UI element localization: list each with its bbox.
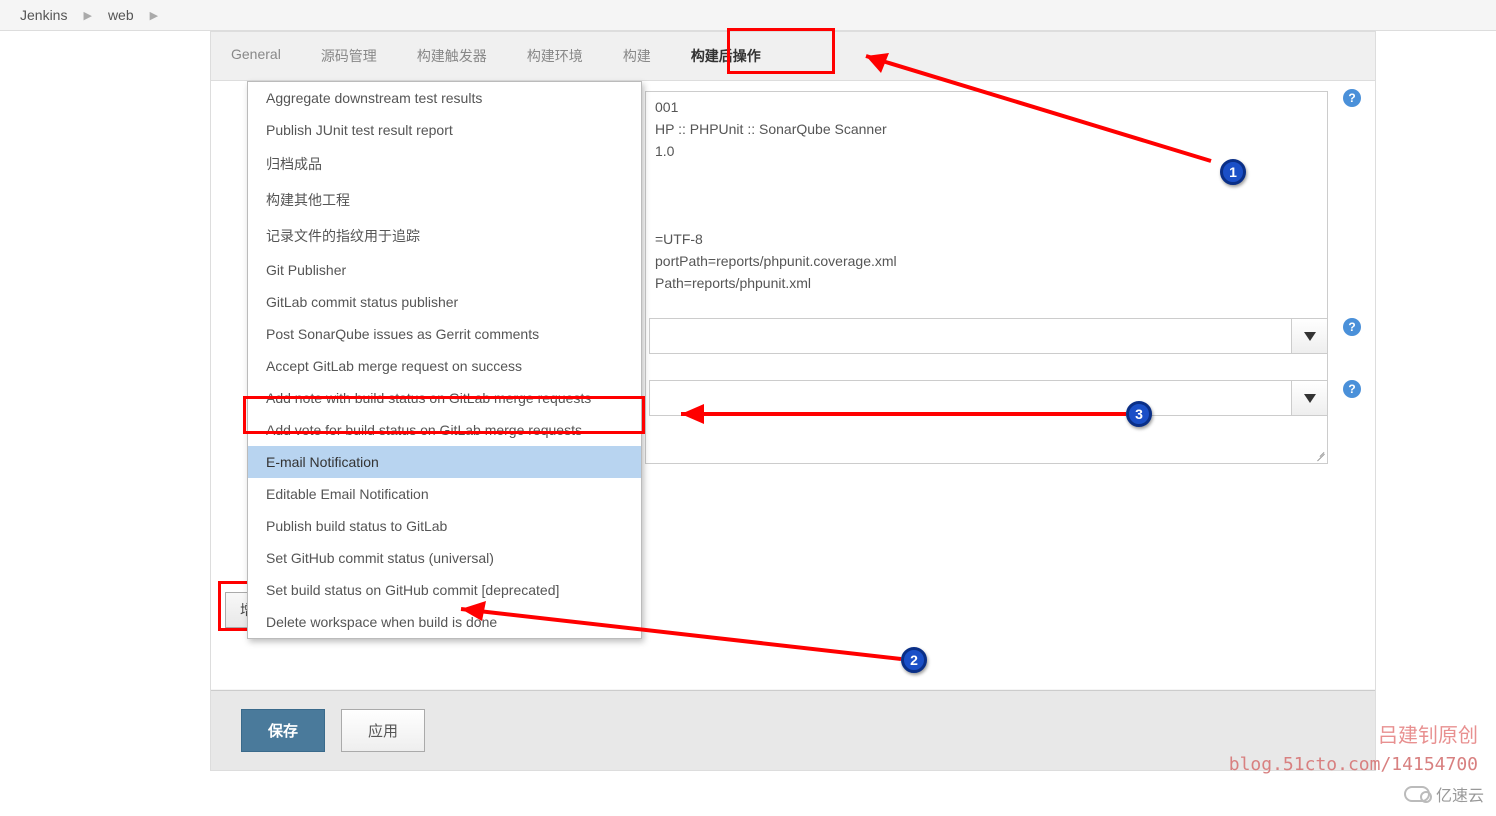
config-body: 001 HP :: PHPUnit :: SonarQube Scanner 1…: [211, 81, 1375, 689]
collapse-button[interactable]: [1291, 319, 1327, 353]
dropdown-item[interactable]: Publish JUnit test result report: [248, 114, 641, 146]
tab-build[interactable]: 构建: [603, 32, 671, 80]
tab-scm[interactable]: 源码管理: [301, 32, 397, 80]
config-panel: General 源码管理 构建触发器 构建环境 构建 构建后操作 001 HP …: [210, 31, 1376, 771]
dropdown-item[interactable]: Aggregate downstream test results: [248, 82, 641, 114]
dropdown-item[interactable]: Set GitHub commit status (universal): [248, 542, 641, 574]
annotation-box: [243, 396, 645, 434]
breadcrumb-separator-icon: ▶: [83, 9, 91, 22]
annotation-number: 1: [1220, 159, 1246, 185]
collapse-row-1: [649, 318, 1328, 354]
tab-triggers[interactable]: 构建触发器: [397, 32, 507, 80]
annotation-arrow: [426, 589, 916, 669]
apply-button[interactable]: 应用: [341, 709, 425, 752]
post-build-dropdown: Aggregate downstream test results Publis…: [247, 81, 642, 639]
resize-handle-icon[interactable]: [1313, 449, 1325, 461]
annotation-box: [727, 28, 835, 74]
triangle-down-icon: [1304, 394, 1316, 403]
dropdown-item[interactable]: Publish build status to GitLab: [248, 510, 641, 542]
dropdown-item[interactable]: 记录文件的指纹用于追踪: [248, 218, 641, 254]
annotation-arrow: [646, 394, 1136, 434]
breadcrumb-separator-icon: ▶: [150, 9, 158, 22]
annotation-number: 3: [1126, 401, 1152, 427]
dropdown-item[interactable]: 构建其他工程: [248, 182, 641, 218]
collapse-button[interactable]: [1291, 381, 1327, 415]
tab-env[interactable]: 构建环境: [507, 32, 603, 80]
dropdown-item[interactable]: Editable Email Notification: [248, 478, 641, 510]
dropdown-item-email-notification[interactable]: E-mail Notification: [248, 446, 641, 478]
dropdown-item[interactable]: GitLab commit status publisher: [248, 286, 641, 318]
breadcrumb-item[interactable]: Jenkins: [20, 7, 67, 23]
cloud-icon: [1404, 786, 1430, 802]
breadcrumb-item[interactable]: web: [108, 7, 134, 23]
help-icon[interactable]: ?: [1343, 89, 1361, 107]
triangle-down-icon: [1304, 332, 1316, 341]
annotation-arrow: [831, 41, 1231, 171]
tab-general[interactable]: General: [211, 32, 301, 80]
watermark-brand: 亿速云: [1404, 782, 1484, 806]
footer-bar: 保存 应用: [211, 690, 1375, 770]
watermark: 吕建钊原创 blog.51cto.com/14154700: [1229, 721, 1478, 778]
dropdown-item[interactable]: Accept GitLab merge request on success: [248, 350, 641, 382]
dropdown-item[interactable]: 归档成品: [248, 146, 641, 182]
dropdown-item[interactable]: Git Publisher: [248, 254, 641, 286]
breadcrumb: Jenkins ▶ web ▶: [0, 0, 1496, 31]
dropdown-item[interactable]: Post SonarQube issues as Gerrit comments: [248, 318, 641, 350]
annotation-number: 2: [901, 647, 927, 673]
help-icon[interactable]: ?: [1343, 318, 1361, 336]
help-icon[interactable]: ?: [1343, 380, 1361, 398]
save-button[interactable]: 保存: [241, 709, 325, 752]
